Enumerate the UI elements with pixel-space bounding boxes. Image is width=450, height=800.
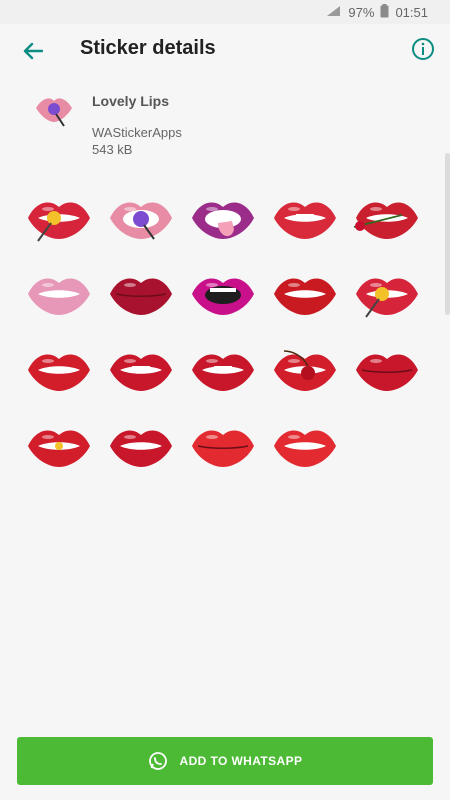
sticker-candy[interactable]	[100, 180, 182, 256]
pack-header: Lovely Lips WAStickerApps 543 kB	[0, 84, 450, 164]
sticker-grid	[18, 180, 428, 484]
sticker-open[interactable]	[182, 256, 264, 332]
sticker-smile[interactable]	[18, 256, 100, 332]
add-to-whatsapp-label: ADD TO WHATSAPP	[179, 754, 303, 768]
status-bar: 97% 01:51	[0, 0, 450, 24]
sticker-kiss[interactable]	[182, 408, 264, 484]
lips-sticker-image	[192, 354, 254, 391]
lips-sticker-image	[28, 278, 90, 315]
pack-size: 543 kB	[92, 142, 133, 157]
sticker-lollipop[interactable]	[346, 256, 428, 332]
clock: 01:51	[395, 5, 428, 20]
lips-sticker-image	[274, 278, 336, 315]
page-title: Sticker details	[80, 37, 216, 59]
status-indicators: 97% 01:51	[326, 4, 428, 21]
add-to-whatsapp-button[interactable]: ADD TO WHATSAPP	[17, 737, 433, 785]
sticker-rose[interactable]	[346, 180, 428, 256]
lips-sticker-image	[274, 350, 336, 391]
lips-sticker-image	[192, 278, 254, 315]
pack-name: Lovely Lips	[92, 93, 170, 109]
sticker-bite[interactable]	[182, 332, 264, 408]
signal-icon	[326, 5, 342, 20]
lips-sticker-image	[192, 202, 254, 239]
lips-sticker-image	[110, 202, 172, 240]
back-button[interactable]	[18, 36, 48, 66]
sticker-teeth[interactable]	[100, 408, 182, 484]
sticker-tongue[interactable]	[182, 180, 264, 256]
sticker-teeth[interactable]	[264, 256, 346, 332]
lips-sticker-image	[28, 202, 90, 242]
whatsapp-icon	[148, 752, 167, 770]
info-icon	[412, 38, 434, 60]
sticker-closed[interactable]	[346, 332, 428, 408]
lips-sticker-image	[28, 430, 90, 467]
battery-icon	[380, 4, 389, 21]
sticker-teeth[interactable]	[18, 332, 100, 408]
lips-sticker-image	[110, 430, 172, 467]
sticker-bite[interactable]	[100, 332, 182, 408]
lips-sticker-image	[274, 202, 336, 239]
scrollbar-thumb[interactable]	[445, 153, 450, 315]
lips-sticker-image	[110, 354, 172, 391]
sticker-pill[interactable]	[18, 408, 100, 484]
lips-sticker-image	[274, 430, 336, 467]
sticker-teeth[interactable]	[264, 408, 346, 484]
pack-tray-icon	[32, 88, 76, 132]
sticker-closed[interactable]	[100, 256, 182, 332]
sticker-lollipop[interactable]	[18, 180, 100, 256]
arrow-left-icon	[23, 42, 43, 60]
lips-sticker-image	[28, 354, 90, 391]
sticker-cherry[interactable]	[264, 332, 346, 408]
lips-sticker-image	[356, 354, 418, 391]
battery-percent: 97%	[348, 5, 375, 20]
lips-sticker-image	[192, 430, 254, 467]
lips-sticker-image	[353, 202, 418, 239]
lips-sticker-image	[110, 278, 172, 315]
sticker-bite[interactable]	[264, 180, 346, 256]
pack-publisher: WAStickerApps	[92, 125, 182, 140]
app-bar: Sticker details	[0, 24, 450, 78]
info-button[interactable]	[410, 36, 436, 62]
lips-sticker-image	[356, 278, 418, 318]
